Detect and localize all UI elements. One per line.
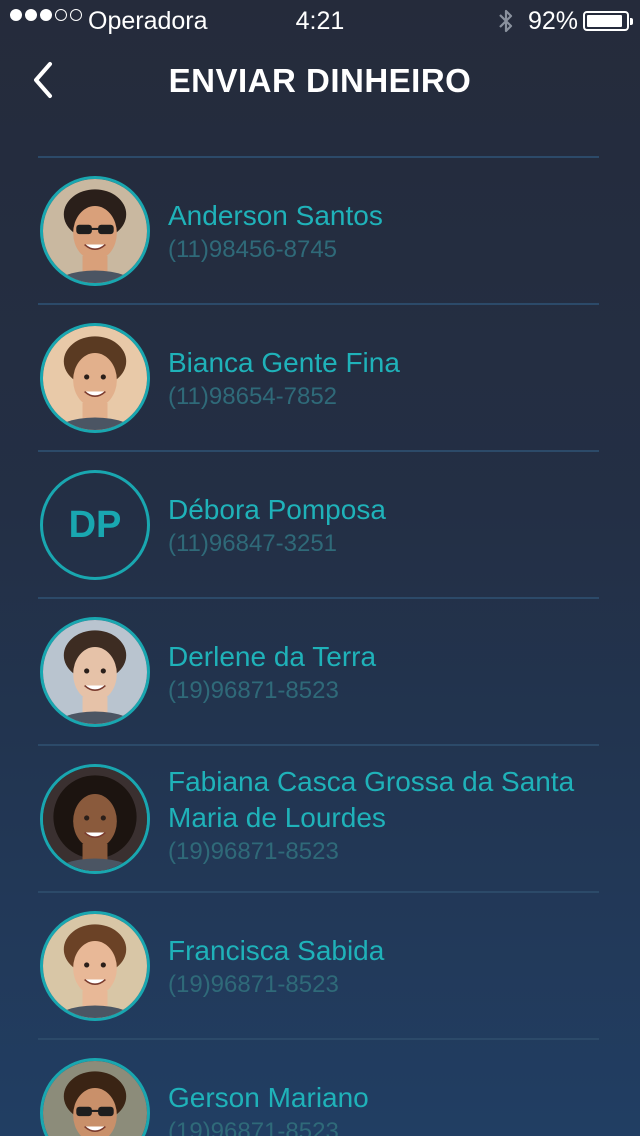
avatar-photo: [43, 914, 147, 1018]
contact-row[interactable]: Bianca Gente Fina (11)98654-7852: [38, 303, 599, 450]
contact-name: Gerson Mariano: [168, 1082, 369, 1113]
avatar-initials: DP: [40, 470, 150, 580]
contact-info: Derlene da Terra (19)96871-8523: [168, 639, 598, 707]
contact-phone: (19)96871-8523: [168, 838, 339, 865]
avatar: [40, 911, 150, 1021]
contact-phone: (19)96871-8523: [168, 971, 339, 998]
contact-info: Gerson Mariano (19)96871-8523: [168, 1080, 598, 1136]
contact-info: Anderson Santos (11)98456-8745: [168, 198, 598, 266]
avatar-photo: [43, 767, 147, 871]
contact-list: Anderson Santos (11)98456-8745 Bianca Gent…: [38, 156, 599, 1136]
battery-fill: [587, 15, 622, 27]
contact-name: Derlene da Terra: [168, 641, 377, 672]
contact-info: Fabiana Casca Grossa da Santa Maria de L…: [168, 764, 598, 868]
navigation-bar: ENVIAR DINHEIRO: [0, 40, 640, 124]
status-bar: Operadora 4:21 92%: [0, 0, 640, 40]
contact-info: Débora Pomposa (11)96847-3251: [168, 492, 598, 560]
avatar: [40, 764, 150, 874]
avatar-photo: [43, 1061, 147, 1136]
contact-row[interactable]: DP Débora Pomposa (11)96847-3251: [38, 450, 599, 597]
battery-icon: [583, 11, 633, 31]
page-title: ENVIAR DINHEIRO: [168, 62, 472, 99]
contact-info: Bianca Gente Fina (11)98654-7852: [168, 345, 598, 413]
contact-name: Anderson Santos: [168, 200, 383, 231]
contact-name: Débora Pomposa: [168, 494, 386, 525]
contact-row[interactable]: Derlene da Terra (19)96871-8523: [38, 597, 599, 744]
contact-phone: (19)96871-8523: [168, 677, 339, 704]
avatar-photo: [43, 179, 147, 283]
contact-info: Francisca Sabida (19)96871-8523: [168, 933, 598, 1001]
battery-nub: [630, 18, 633, 25]
avatar-photo: [43, 620, 147, 724]
avatar: [40, 176, 150, 286]
avatar: [40, 323, 150, 433]
contact-name: Fabiana Casca Grossa da Santa Maria de L…: [168, 766, 575, 833]
contact-phone: (11)98456-8745: [168, 236, 338, 263]
contact-name: Francisca Sabida: [168, 935, 385, 966]
bluetooth-icon: [499, 9, 513, 33]
contact-phone: (11)96847-3251: [168, 530, 338, 557]
avatar-photo: [43, 326, 147, 430]
contact-row[interactable]: Gerson Mariano (19)96871-8523: [38, 1038, 599, 1136]
contact-row[interactable]: Anderson Santos (11)98456-8745: [38, 156, 599, 303]
contact-phone: (19)96871-8523: [168, 1118, 339, 1136]
contact-name: Bianca Gente Fina: [168, 347, 400, 378]
battery-percent: 92%: [528, 7, 579, 35]
avatar: [40, 617, 150, 727]
contact-row[interactable]: Francisca Sabida (19)96871-8523: [38, 891, 599, 1038]
avatar: [40, 1058, 150, 1136]
contact-row[interactable]: Fabiana Casca Grossa da Santa Maria de L…: [38, 744, 599, 891]
contact-phone: (11)98654-7852: [168, 383, 338, 410]
